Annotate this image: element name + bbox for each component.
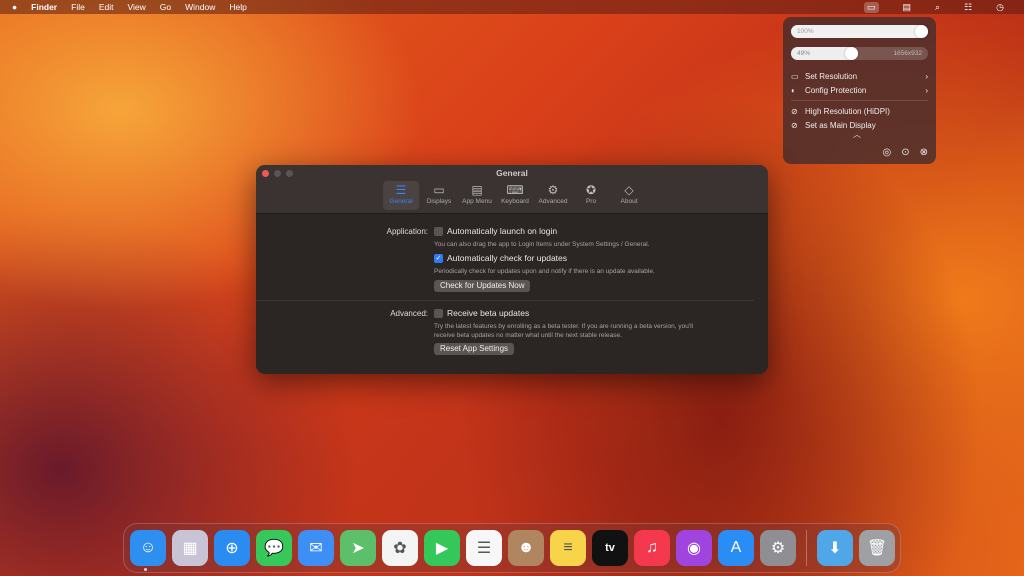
tab-general[interactable]: ☰ General: [383, 181, 419, 210]
check-circle-icon: ⊘: [791, 120, 798, 130]
apple-menu-icon[interactable]: ●: [12, 2, 17, 12]
tab-about[interactable]: ◇ About: [611, 181, 647, 210]
running-indicator: [144, 568, 147, 571]
dock-divider: [806, 530, 807, 566]
clock-icon[interactable]: ◷: [996, 2, 1004, 13]
window-title: General: [496, 168, 528, 178]
divider: [791, 100, 928, 101]
shield-icon: ◐: [791, 85, 796, 95]
scale-slider[interactable]: 49% 1656x932: [791, 47, 928, 60]
menu-edit[interactable]: Edit: [99, 2, 114, 12]
dock-notes-icon[interactable]: ≡: [550, 530, 586, 566]
check-updates-label: Automatically check for updates: [447, 253, 568, 263]
config-protection-item[interactable]: ◐ Config Protection ›: [791, 83, 928, 97]
control-center-icon[interactable]: ☷: [964, 2, 972, 13]
display-menu-popup: 100% 49% 1656x932 ▭ Set Resolution › ◐ Conf…: [783, 17, 936, 164]
check-updates-hint: Periodically check for updates upon and …: [434, 268, 655, 275]
display-icon[interactable]: ▭: [863, 1, 879, 13]
dock-apple-tv-icon[interactable]: tv: [592, 530, 628, 566]
dock-downloads-icon[interactable]: ⬇: [817, 530, 853, 566]
dock-maps-icon[interactable]: ➤: [340, 530, 376, 566]
dock-reminders-icon[interactable]: ☰: [466, 530, 502, 566]
dock-podcasts-icon[interactable]: ◉: [676, 530, 712, 566]
settings-icon[interactable]: ◎: [882, 147, 891, 158]
dock-contacts-icon[interactable]: ☻: [508, 530, 544, 566]
window-icon[interactable]: ▤: [903, 2, 912, 13]
menu-bar: ● Finder File Edit View Go Window Help ▭…: [0, 0, 1024, 14]
close-icon[interactable]: ⊗: [920, 147, 928, 158]
dock-safari-icon[interactable]: ⊕: [214, 530, 250, 566]
application-label: Application:: [386, 227, 428, 236]
brightness-knob[interactable]: [915, 25, 928, 38]
beta-hint-line2: receive beta updates no matter what unti…: [434, 332, 622, 339]
keyboard-icon: ⌨: [506, 183, 524, 197]
tab-app-menu[interactable]: ▤ App Menu: [459, 181, 495, 210]
beta-updates-checkbox[interactable]: [434, 309, 443, 318]
display-icon: ▭: [791, 71, 799, 81]
chevron-right-icon: ›: [925, 85, 928, 95]
dock-launchpad-icon[interactable]: ▦: [172, 530, 208, 566]
dock-messages-icon[interactable]: 💬: [256, 530, 292, 566]
scale-knob[interactable]: [845, 47, 859, 60]
reset-app-settings-button[interactable]: Reset App Settings: [434, 343, 515, 355]
launch-login-checkbox[interactable]: [434, 227, 443, 236]
settings-window: General ☰ General ▭ Displays ▤ App Menu ⌨ Ke…: [256, 165, 768, 374]
resolution-value: 1656x932: [893, 50, 922, 57]
more-icon[interactable]: ⊙: [901, 147, 909, 158]
dock-music-icon[interactable]: ♫: [634, 530, 670, 566]
beta-updates-label: Receive beta updates: [447, 308, 530, 318]
dock-facetime-icon[interactable]: ▶: [424, 530, 460, 566]
dock-system-settings-icon[interactable]: ⚙: [760, 530, 796, 566]
check-updates-checkbox[interactable]: ✓: [434, 254, 443, 263]
hidpi-item[interactable]: ⊘ High Resolution (HiDPI): [791, 104, 928, 118]
badge-check-icon: ✪: [585, 183, 597, 197]
tab-displays[interactable]: ▭ Displays: [421, 181, 457, 210]
check-updates-now-button[interactable]: Check for Updates Now: [434, 280, 531, 292]
dock-mail-icon[interactable]: ✉: [298, 530, 334, 566]
app-menu-icon: ▤: [471, 183, 483, 197]
menu-file[interactable]: File: [71, 2, 85, 12]
advanced-label: Advanced:: [390, 309, 428, 318]
dock-app-store-icon[interactable]: A: [718, 530, 754, 566]
scale-value: 49%: [797, 50, 811, 57]
dock-photos-icon[interactable]: ✿: [382, 530, 418, 566]
tab-advanced[interactable]: ⚙ Advanced: [535, 181, 571, 210]
menu-view[interactable]: View: [127, 2, 145, 12]
collapse-icon[interactable]: ︿: [853, 129, 861, 140]
beta-hint-line1: Try the latest features by enrolling as …: [434, 323, 693, 330]
brightness-value: 100%: [797, 28, 814, 35]
launch-login-hint: You can also drag the app to Login Items…: [434, 241, 650, 248]
toolbar: General ☰ General ▭ Displays ▤ App Menu ⌨ Ke…: [256, 165, 768, 214]
tag-icon: ◇: [624, 183, 634, 197]
tab-pro[interactable]: ✪ Pro: [573, 181, 609, 210]
launch-login-label: Automatically launch on login: [447, 226, 558, 236]
menu-window[interactable]: Window: [185, 2, 215, 12]
brightness-slider[interactable]: 100%: [791, 25, 928, 38]
tab-keyboard[interactable]: ⌨ Keyboard: [497, 181, 533, 210]
set-resolution-item[interactable]: ▭ Set Resolution ›: [791, 69, 928, 83]
gears-icon: ⚙: [547, 183, 559, 197]
dock-trash-icon[interactable]: 🗑: [859, 530, 895, 566]
check-circle-icon: ⊘: [791, 106, 798, 116]
dock-finder-icon[interactable]: ☺: [130, 530, 166, 566]
dock: ☺ ▦ ⊕ 💬 ✉ ➤ ✿ ▶ ☰ ☻ ≡ tv ♫ ◉ A ⚙ ⬇ 🗑: [123, 523, 901, 573]
menu-help[interactable]: Help: [229, 2, 246, 12]
chevron-right-icon: ›: [925, 71, 928, 81]
displays-icon: ▭: [433, 183, 445, 197]
menu-app-finder[interactable]: Finder: [31, 2, 57, 12]
menu-go[interactable]: Go: [160, 2, 171, 12]
search-icon[interactable]: ⌕: [935, 2, 940, 13]
toggle-icon: ☰: [395, 183, 407, 197]
divider: [256, 300, 754, 301]
